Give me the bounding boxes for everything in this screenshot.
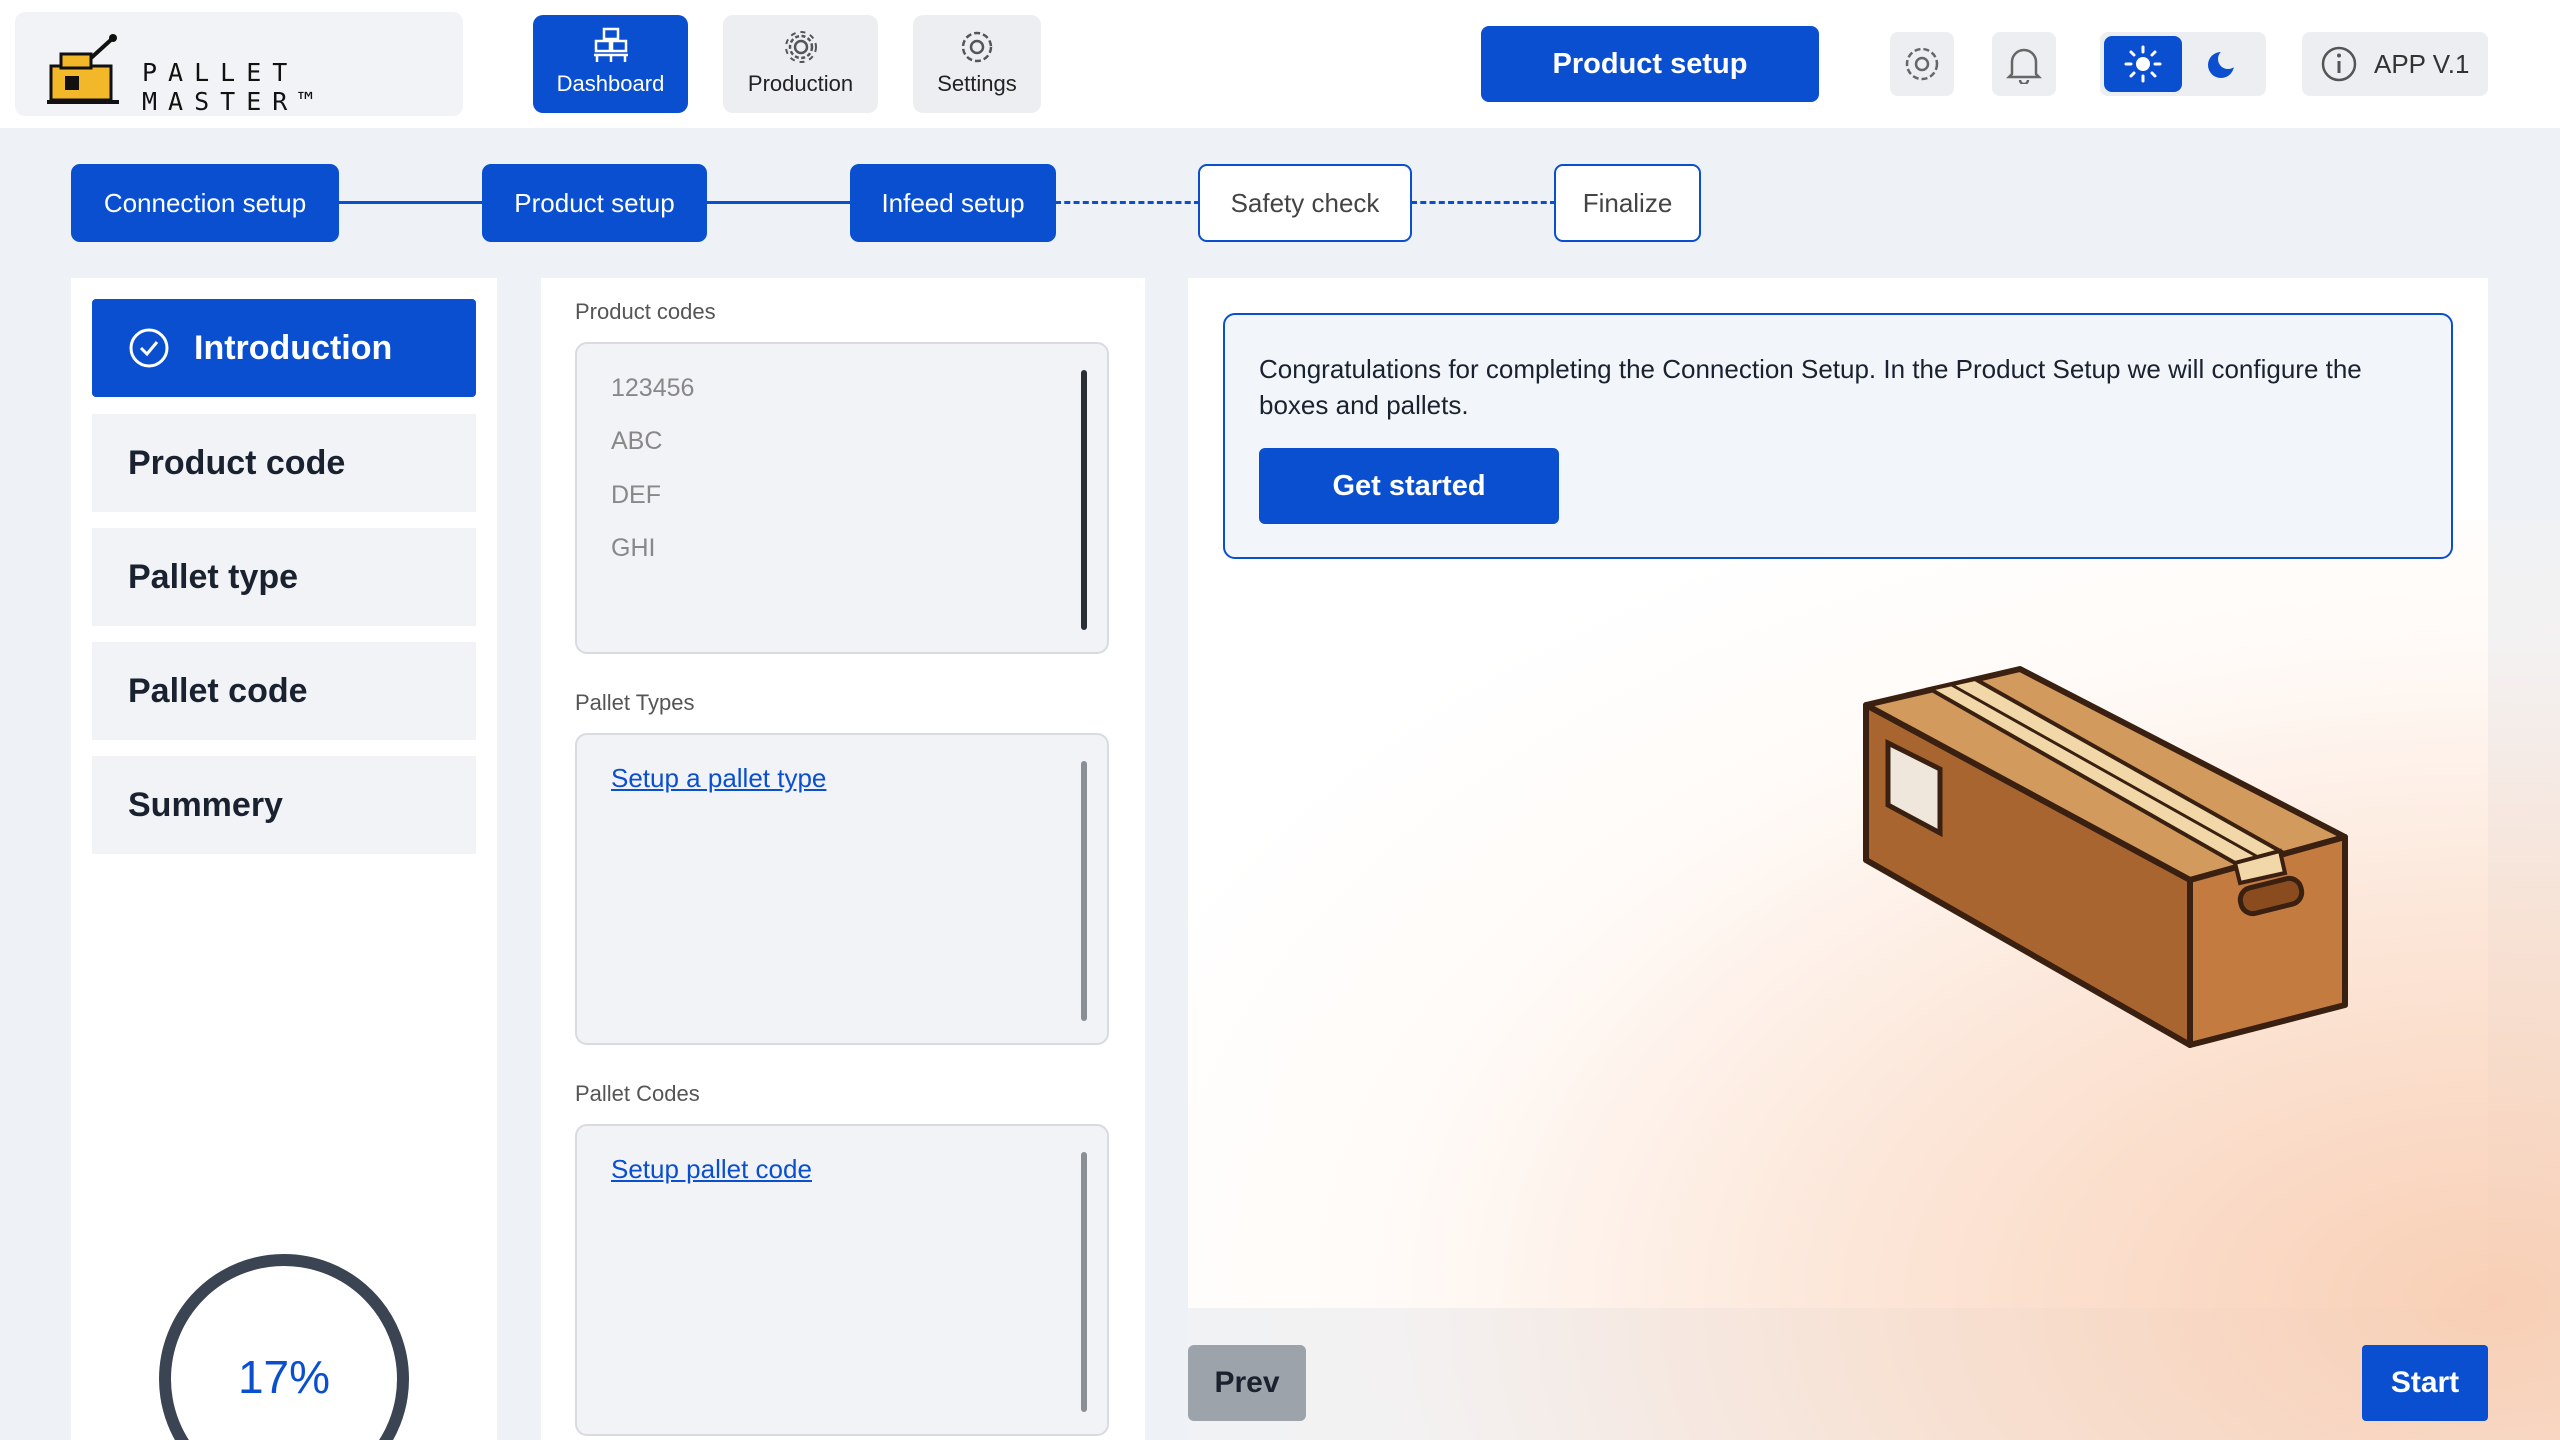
step-infeed-setup[interactable]: Infeed setup [850, 164, 1056, 242]
check-circle-icon [129, 328, 169, 368]
intro-message: Congratulations for completing the Conne… [1259, 354, 2362, 420]
nav-dashboard-button[interactable]: Dashboard [533, 15, 688, 113]
product-codes-list[interactable]: 123456 ABC DEF GHI [575, 342, 1109, 654]
pallet-types-list: Setup a pallet type [575, 733, 1109, 1045]
sidebar-item-pallet-type[interactable]: Pallet type [92, 528, 476, 626]
sidebar-item-label: Summery [128, 785, 283, 824]
notifications-button[interactable] [1992, 32, 2056, 96]
settings-icon [961, 31, 993, 63]
sidebar-item-label: Pallet type [128, 557, 299, 596]
scrollbar[interactable] [1081, 1152, 1087, 1412]
sidebar-item-label: Introduction [194, 328, 393, 367]
list-item[interactable]: ABC [611, 427, 662, 456]
step-connector [1411, 201, 1556, 204]
sidebar-item-product-code[interactable]: Product code [92, 414, 476, 512]
step-finalize[interactable]: Finalize [1554, 164, 1701, 242]
list-item[interactable]: DEF [611, 481, 661, 510]
pallet-codes-label: Pallet Codes [575, 1081, 700, 1106]
nav-dashboard-label: Dashboard [556, 71, 665, 96]
moon-icon[interactable] [2204, 48, 2238, 82]
pallet-icon [593, 27, 628, 62]
step-connector [338, 201, 483, 204]
settings-button[interactable] [1890, 32, 1954, 96]
step-connection-setup[interactable]: Connection setup [71, 164, 339, 242]
logo: PALLET MASTER™ [15, 12, 463, 116]
product-setup-button[interactable]: Product setup [1481, 26, 1819, 102]
step-connector [706, 201, 851, 204]
theme-toggle[interactable] [2100, 32, 2266, 96]
step-safety-check[interactable]: Safety check [1198, 164, 1412, 242]
nav-settings-label: Settings [937, 71, 1017, 96]
logo-text: PALLET MASTER™ [142, 58, 325, 116]
sidebar-item-label: Pallet code [128, 671, 308, 710]
sidebar-item-pallet-code[interactable]: Pallet code [92, 642, 476, 740]
list-item[interactable]: 123456 [611, 374, 694, 403]
nav-production-button[interactable]: Production [723, 15, 878, 113]
pallet-codes-list: Setup pallet code [575, 1124, 1109, 1436]
scrollbar[interactable] [1081, 370, 1087, 630]
light-mode-button[interactable] [2104, 36, 2182, 92]
sidebar-item-summery[interactable]: Summery [92, 756, 476, 854]
step-connector [1055, 201, 1200, 204]
setup-sidebar: Introduction Product code Pallet type Pa… [71, 278, 497, 1440]
start-button[interactable]: Start [2362, 1345, 2488, 1421]
gear-icon [784, 31, 817, 63]
setup-pallet-type-link[interactable]: Setup a pallet type [611, 763, 826, 794]
get-started-button[interactable]: Get started [1259, 448, 1559, 524]
pallet-types-label: Pallet Types [575, 690, 695, 715]
progress-ring-graphic [159, 1254, 409, 1440]
bell-icon [2006, 48, 2042, 84]
sun-icon [2124, 45, 2162, 83]
nav-production-label: Production [747, 71, 854, 96]
sidebar-item-introduction[interactable]: Introduction [92, 299, 476, 397]
list-item[interactable]: GHI [611, 534, 655, 563]
intro-card: Congratulations for completing the Conne… [1223, 313, 2453, 559]
step-product-setup[interactable]: Product setup [482, 164, 707, 242]
info-icon [2321, 46, 2357, 82]
sidebar-item-label: Product code [128, 443, 346, 482]
cardboard-box-illustration [1863, 666, 2348, 1048]
prev-button[interactable]: Prev [1188, 1345, 1306, 1421]
app-version[interactable]: APP V.1 [2302, 32, 2488, 96]
nav-settings-button[interactable]: Settings [913, 15, 1041, 113]
settings-icon [1905, 47, 1939, 81]
app-version-label: APP V.1 [2374, 48, 2470, 79]
robot-arm-logo-icon [47, 34, 119, 104]
top-bar: PALLET MASTER™ Dashboard Production Sett… [0, 0, 2560, 128]
progress-percent: 17% [237, 1351, 331, 1403]
progress-ring: 17% [159, 1254, 409, 1440]
product-codes-label: Product codes [575, 299, 716, 324]
setup-pallet-code-link[interactable]: Setup pallet code [611, 1154, 812, 1185]
scrollbar[interactable] [1081, 761, 1087, 1021]
codes-panel: Product codes 123456 ABC DEF GHI Pallet … [541, 278, 1145, 1440]
